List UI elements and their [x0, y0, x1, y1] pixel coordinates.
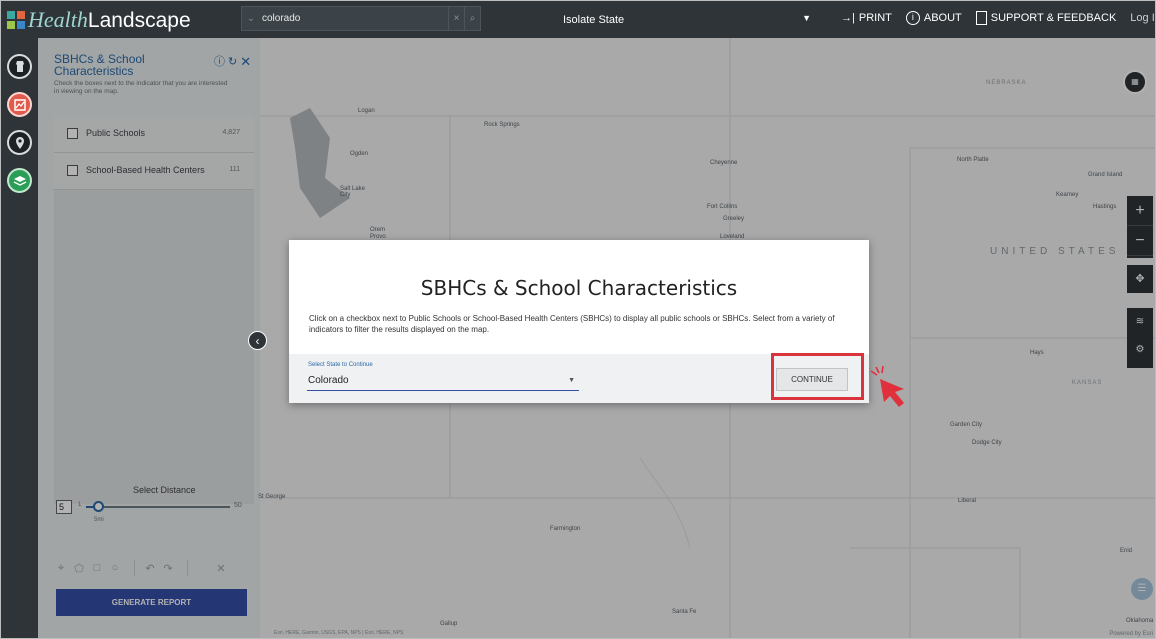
collapse-panel-button[interactable]: ‹ — [248, 331, 267, 350]
isolate-state-dropdown[interactable]: Isolate State ▼ — [501, 9, 821, 31]
brand-logo[interactable]: HealthLandscape — [7, 7, 191, 33]
chevron-left-icon: ‹ — [255, 334, 260, 348]
search-icon[interactable]: ⌕ — [464, 7, 480, 30]
print-label: PRINT — [858, 12, 892, 24]
rail-bookmark-button[interactable] — [7, 54, 32, 79]
isolate-state-label: Isolate State — [563, 14, 625, 26]
chevron-down-icon[interactable]: ⌄ — [242, 13, 260, 24]
click-pointer-icon — [870, 365, 904, 407]
dialog-title: SBHCs & School Characteristics — [420, 276, 738, 300]
left-icon-rail — [1, 38, 38, 638]
dialog-body: Click on a checkbox next to Public Schoo… — [309, 314, 835, 334]
location-search[interactable]: ⌄ colorado × ⌕ — [241, 6, 481, 31]
login-button[interactable]: Log In — [1130, 9, 1155, 27]
chevron-down-icon: ▼ — [802, 13, 811, 23]
map-chart-icon — [13, 98, 26, 111]
continue-highlight-box — [771, 353, 864, 400]
chevron-down-icon: ▼ — [568, 377, 575, 384]
bookmark-icon — [15, 60, 24, 72]
brand-health: Health — [28, 7, 88, 32]
search-input[interactable]: colorado — [260, 13, 448, 24]
export-arrow-icon: →| — [841, 12, 855, 24]
support-label: SUPPORT & FEEDBACK — [990, 12, 1117, 24]
clear-icon[interactable]: × — [448, 7, 464, 30]
map-pin-icon — [15, 136, 24, 149]
state-select-value: Colorado — [308, 375, 349, 386]
rail-map-button[interactable] — [7, 92, 32, 117]
rail-location-button[interactable] — [7, 130, 32, 155]
login-label: Log In — [1130, 12, 1155, 24]
about-label: ABOUT — [923, 12, 962, 24]
rail-layers-button[interactable] — [7, 168, 32, 193]
state-select[interactable]: Colorado ▼ — [307, 370, 579, 391]
layers-icon — [13, 175, 26, 186]
app-frame: HealthLandscape ⌄ colorado × ⌕ Isolate S… — [0, 0, 1156, 639]
info-icon: i — [905, 11, 920, 25]
logo-icon — [7, 11, 25, 29]
about-button[interactable]: i ABOUT — [905, 11, 962, 25]
support-button[interactable]: SUPPORT & FEEDBACK — [975, 11, 1117, 25]
top-bar: HealthLandscape ⌄ colorado × ⌕ Isolate S… — [1, 1, 1155, 38]
print-button[interactable]: →| PRINT — [841, 12, 892, 24]
document-icon — [975, 11, 987, 25]
top-nav: →| PRINT i ABOUT SUPPORT & FEEDBACK Log … — [841, 9, 1155, 27]
brand-landscape: Landscape — [87, 9, 191, 32]
state-select-label: Select State to Continue — [308, 362, 373, 368]
